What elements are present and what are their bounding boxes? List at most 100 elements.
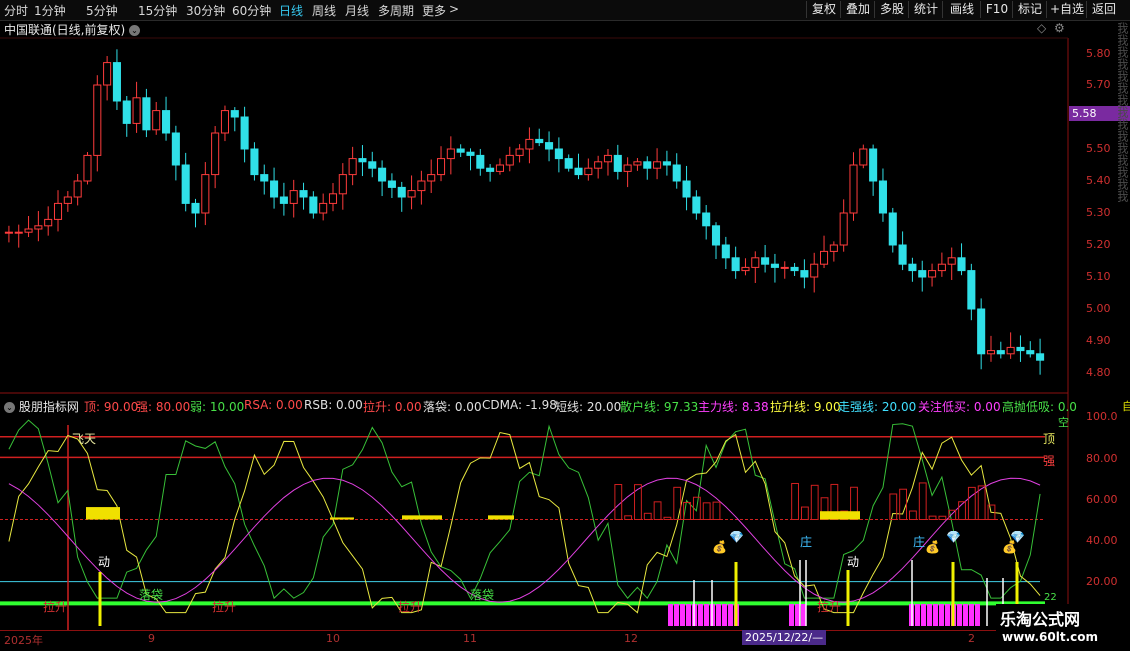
right-side-strip: 我我我我我我我我我我我我我我我	[1118, 22, 1129, 202]
candle-body	[1006, 346, 1015, 355]
candle-body	[53, 202, 63, 220]
indicator-value-5: 拉升: 0.00	[363, 400, 422, 414]
candle-body	[545, 142, 554, 150]
tab-8[interactable]: 月线	[345, 2, 369, 19]
candle-body	[947, 257, 956, 265]
indicator-value-12: 走强线: 20.00	[838, 400, 917, 414]
red-bar	[889, 493, 898, 520]
tab-1[interactable]: 1分钟	[34, 2, 66, 19]
candle-body	[93, 84, 102, 156]
candle-body	[466, 151, 475, 156]
toolbar-button-6[interactable]: 标记	[1012, 1, 1047, 18]
red-bar	[967, 486, 976, 521]
red-bar	[810, 484, 819, 520]
candle-body	[643, 161, 652, 169]
candle-body	[878, 180, 887, 214]
indicator-value-8: 短线: 20.00	[555, 400, 622, 414]
annot-lasheng-2: 拉升	[212, 600, 237, 614]
candle-body	[476, 154, 485, 169]
candle-body	[112, 62, 121, 102]
indicator-value-7: CDMA: -1.98	[482, 398, 557, 412]
candle-body	[515, 148, 524, 156]
indicator-value-6: 落袋: 0.00	[423, 400, 482, 414]
toolbar-button-4[interactable]: 画线	[942, 1, 981, 18]
candle-body	[309, 196, 318, 214]
candle-body	[162, 110, 171, 134]
watermark-name: 乐淘公式网	[1000, 610, 1081, 629]
toolbar-button-5[interactable]: F10	[980, 1, 1013, 18]
candle-body	[829, 244, 838, 252]
annot-zhuang-1: 庄	[800, 535, 813, 549]
toolbar-button-2[interactable]: 多股	[874, 1, 909, 18]
red-bar	[918, 482, 927, 521]
tab-3[interactable]: 15分钟	[138, 2, 177, 19]
tab-10[interactable]: 更多	[422, 2, 446, 19]
candle-body	[603, 154, 613, 163]
candle-body	[73, 180, 82, 198]
candle-body	[181, 164, 190, 204]
date-cursor-label: 2025/12/22/—	[742, 630, 827, 645]
date-label-2: 10	[326, 632, 340, 645]
candle-body	[338, 174, 347, 195]
tab-0[interactable]: 分时	[4, 2, 28, 19]
candle-body	[957, 257, 966, 272]
tab-5[interactable]: 60分钟	[232, 2, 271, 19]
candle-body	[859, 148, 868, 166]
more-chevron-icon[interactable]: >	[449, 2, 459, 16]
candle-body	[594, 161, 603, 169]
tab-2[interactable]: 5分钟	[86, 2, 118, 19]
candle-body	[132, 97, 141, 124]
candle-body	[220, 110, 230, 134]
green-line	[8, 419, 1041, 600]
candle-body	[103, 62, 112, 86]
candle-body	[898, 244, 907, 265]
candle-body	[623, 164, 632, 172]
candle-body	[633, 161, 642, 166]
candle-body	[279, 196, 288, 204]
candle-body	[436, 158, 446, 176]
candle-body	[702, 212, 711, 227]
magenta-bar	[674, 604, 679, 626]
chart-canvas	[0, 37, 1069, 630]
toolbar-button-3[interactable]: 统计	[908, 1, 943, 18]
indicator-name[interactable]: ⌄ 股朋指标网	[4, 398, 79, 415]
candle-body	[790, 266, 799, 272]
tab-7[interactable]: 周线	[312, 2, 336, 19]
toolbar-button-7[interactable]: +自选	[1046, 1, 1087, 18]
tab-6[interactable]: 日线	[279, 2, 303, 19]
tab-4[interactable]: 30分钟	[186, 2, 225, 19]
candle-body	[819, 250, 829, 265]
price-axis-label: 5.20	[1086, 238, 1111, 251]
candle-body	[368, 161, 377, 169]
magenta-bar	[698, 604, 703, 626]
candle-body	[662, 161, 671, 166]
ind-axis-label: 40.00	[1086, 534, 1118, 547]
candle-body	[427, 174, 436, 182]
price-axis-label: 5.40	[1086, 174, 1111, 187]
magenta-bar	[680, 604, 685, 626]
money-bag-icon: 💰	[712, 540, 727, 554]
candle-body	[770, 263, 779, 268]
candle-body	[986, 350, 996, 355]
candle-body	[44, 218, 53, 227]
tab-9[interactable]: 多周期	[378, 2, 414, 19]
diamond-icon: 💎	[946, 530, 961, 544]
annot-fly: 飞天	[72, 432, 97, 446]
toolbar-button-0[interactable]: 复权	[806, 1, 841, 18]
indicator-value-2: 弱: 10.00	[190, 400, 245, 414]
candle-body	[505, 154, 514, 166]
price-axis-label: 5.30	[1086, 206, 1111, 219]
candle-body	[230, 110, 239, 118]
price-axis-label: 5.70	[1086, 78, 1111, 91]
candle-body	[446, 148, 455, 160]
toolbar-button-1[interactable]: 叠加	[840, 1, 875, 18]
price-axis-label: 5.00	[1086, 302, 1111, 315]
red-bar	[634, 484, 642, 520]
annot-lasheng-1: 拉升	[43, 600, 68, 614]
candle-body	[869, 148, 878, 182]
toolbar-button-8[interactable]: 返回	[1086, 1, 1121, 18]
price-axis-label: 5.10	[1086, 270, 1111, 283]
chevron-down-icon[interactable]: ⌄	[4, 402, 15, 413]
candle-body	[692, 196, 701, 214]
annot-dong-2: 动	[847, 555, 860, 569]
